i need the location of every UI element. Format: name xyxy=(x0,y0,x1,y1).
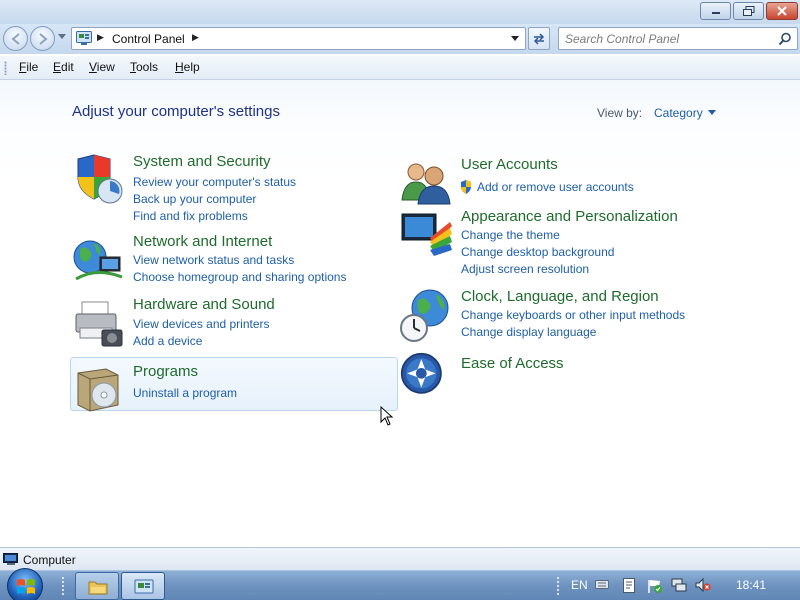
category-link[interactable]: Adjust screen resolution xyxy=(461,262,589,276)
category-title[interactable]: User Accounts xyxy=(461,156,558,173)
view-by-dropdown[interactable]: Category xyxy=(654,106,703,120)
forward-button[interactable] xyxy=(30,26,55,51)
page-title: Adjust your computer's settings xyxy=(72,103,280,120)
status-bar: Computer xyxy=(0,547,800,570)
start-button[interactable] xyxy=(7,568,43,600)
action-center-flag-icon[interactable] xyxy=(647,578,663,594)
category-link[interactable]: Find and fix problems xyxy=(133,209,248,223)
taskbar-control-panel-button[interactable] xyxy=(121,572,165,600)
minimize-icon xyxy=(711,12,720,14)
search-icon[interactable] xyxy=(778,32,792,46)
forward-arrow-icon xyxy=(39,33,48,45)
window-controls xyxy=(700,2,798,20)
category-link[interactable]: Choose homegroup and sharing options xyxy=(133,270,346,284)
menu-bar: File Edit View Tools Help xyxy=(0,56,800,80)
category-title[interactable]: Programs xyxy=(133,363,198,380)
close-button[interactable] xyxy=(766,2,798,20)
speaker-muted-icon[interactable] xyxy=(695,578,711,592)
navigation-bar: ▶ Control Panel ▶ xyxy=(0,24,800,54)
category-title[interactable]: Hardware and Sound xyxy=(133,296,275,313)
windows-logo-icon xyxy=(17,579,35,594)
category-link[interactable]: Add or remove user accounts xyxy=(477,180,634,194)
taskbar-explorer-button[interactable] xyxy=(75,572,119,600)
menu-grip xyxy=(4,61,7,75)
category-link[interactable]: Change display language xyxy=(461,325,596,339)
restore-button[interactable] xyxy=(733,2,764,20)
programs-box-icon xyxy=(77,368,119,412)
category-link[interactable]: Add a device xyxy=(133,334,202,348)
back-arrow-icon xyxy=(11,33,20,45)
uac-shield-icon xyxy=(461,180,471,194)
taskbar-grip xyxy=(61,576,65,596)
network-globe-icon xyxy=(73,240,123,281)
tray-grip xyxy=(556,576,560,596)
category-link[interactable]: Change the theme xyxy=(461,228,560,242)
breadcrumb-chevron-icon[interactable]: ▶ xyxy=(192,32,199,43)
taskbar: EN 18:41 xyxy=(0,568,800,600)
view-by-label: View by: xyxy=(597,106,643,120)
network-icon[interactable] xyxy=(671,578,687,592)
menu-tools[interactable]: Tools xyxy=(130,60,158,74)
category-link[interactable]: Change keyboards or other input methods xyxy=(461,308,685,322)
clock-globe-icon xyxy=(400,289,449,342)
close-icon xyxy=(777,6,787,16)
notes-icon[interactable] xyxy=(623,578,635,593)
search-input[interactable] xyxy=(565,31,765,47)
taskbar-clock[interactable]: 18:41 xyxy=(736,578,766,592)
category-title[interactable]: Appearance and Personalization xyxy=(461,208,678,225)
address-dropdown-icon[interactable] xyxy=(511,36,519,42)
search-box[interactable] xyxy=(558,27,798,50)
folder-icon xyxy=(88,581,108,595)
category-link[interactable]: View devices and printers xyxy=(133,317,270,331)
printer-icon xyxy=(75,301,123,347)
category-link[interactable]: Review your computer's status xyxy=(133,175,296,189)
category-title[interactable]: Ease of Access xyxy=(461,355,564,372)
breadcrumb-control-panel[interactable]: Control Panel xyxy=(112,32,185,46)
menu-help[interactable]: Help xyxy=(175,60,200,74)
back-button[interactable] xyxy=(3,26,28,51)
computer-icon xyxy=(3,553,18,565)
category-title[interactable]: System and Security xyxy=(133,153,271,170)
address-bar[interactable]: ▶ Control Panel ▶ xyxy=(71,27,526,50)
ease-of-access-icon xyxy=(400,352,442,394)
view-by-caret-icon[interactable] xyxy=(708,110,716,115)
user-accounts-icon xyxy=(401,163,451,205)
minimize-button[interactable] xyxy=(700,2,731,20)
breadcrumb-chevron-icon[interactable]: ▶ xyxy=(97,32,104,43)
appearance-monitor-icon xyxy=(401,213,452,256)
recent-pages-dropdown-icon[interactable] xyxy=(58,34,66,40)
restore-icon xyxy=(742,6,754,16)
language-indicator[interactable]: EN xyxy=(571,578,588,592)
menu-edit[interactable]: Edit xyxy=(53,60,74,74)
keyboard-icon[interactable] xyxy=(595,578,609,590)
category-link[interactable]: Change desktop background xyxy=(461,245,614,259)
category-link[interactable]: Uninstall a program xyxy=(133,386,237,400)
category-title[interactable]: Network and Internet xyxy=(133,233,272,250)
menu-file[interactable]: File xyxy=(19,60,38,74)
window-titlebar xyxy=(0,0,800,24)
control-panel-content: Adjust your computer's settings View by:… xyxy=(0,80,800,547)
status-text: Computer xyxy=(23,553,76,567)
category-title[interactable]: Clock, Language, and Region xyxy=(461,288,659,305)
refresh-button[interactable] xyxy=(528,27,550,50)
control-panel-icon xyxy=(76,31,92,45)
shield-icon xyxy=(77,154,123,204)
category-link[interactable]: View network status and tasks xyxy=(133,253,294,267)
category-link[interactable]: Back up your computer xyxy=(133,192,256,206)
mouse-cursor-icon xyxy=(380,406,394,426)
refresh-icon xyxy=(533,33,545,45)
menu-view[interactable]: View xyxy=(89,60,115,74)
control-panel-icon xyxy=(134,579,154,594)
